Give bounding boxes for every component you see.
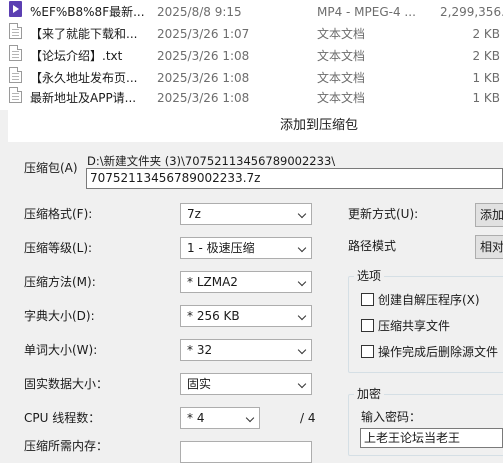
format-value: 7z <box>187 207 201 221</box>
options-group-title: 选项 <box>354 269 385 283</box>
level-value: 1 - 极速压缩 <box>187 241 255 255</box>
checkbox-icon <box>361 319 374 332</box>
file-row[interactable]: 【来了就能下载和... 2025/3/26 1:07 文本文档 2 KB <box>0 23 503 45</box>
archive-name-input[interactable]: 70752113456789002233.7z <box>86 168 503 189</box>
checkbox-icon <box>361 293 374 306</box>
method-select[interactable]: * LZMA2 <box>180 271 312 293</box>
chevron-down-icon <box>297 243 307 253</box>
file-name: 最新地址及APP请... <box>30 91 137 105</box>
chevron-down-icon <box>297 379 307 389</box>
file-name: 【永久地址发布页... <box>30 71 138 85</box>
memory-label: 压缩所需内存： <box>24 439 109 453</box>
archive-directory: D:\新建文件夹 (3)\70752113456789002233\ <box>87 154 336 168</box>
video-file-icon <box>9 1 22 17</box>
word-value: * 32 <box>187 343 213 357</box>
file-date: 2025/8/8 9:15 <box>157 5 242 19</box>
delete-after-checkbox-label: 操作完成后删除源文件 <box>378 345 499 359</box>
file-type: MP4 - MPEG-4 ... <box>317 5 416 19</box>
chevron-down-icon <box>245 413 255 423</box>
file-name: 【论坛介绍】.txt <box>30 49 123 63</box>
delete-after-checkbox[interactable]: 操作完成后删除源文件 <box>361 344 498 360</box>
file-size: 2 KB <box>472 49 500 63</box>
file-date: 2025/3/26 1:07 <box>157 27 250 41</box>
solid-label: 固实数据大小： <box>24 377 109 391</box>
file-name: 【来了就能下载和... <box>30 27 138 41</box>
threads-label: CPU 线程数： <box>24 411 101 425</box>
update-mode-label: 更新方式(U): <box>348 207 419 221</box>
solid-value: 固实 <box>187 377 212 391</box>
password-label: 输入密码： <box>361 410 422 424</box>
word-select[interactable]: * 32 <box>180 339 312 361</box>
add-to-archive-dialog: 添加到压缩包 压缩包(A) D:\新建文件夹 (3)\7075211345678… <box>8 110 503 463</box>
text-file-icon <box>9 67 22 83</box>
threads-value: * 4 <box>187 411 205 425</box>
shared-files-checkbox[interactable]: 压缩共享文件 <box>361 318 450 334</box>
dict-select[interactable]: * 256 KB <box>180 305 312 327</box>
file-row[interactable]: 【永久地址发布页... 2025/3/26 1:08 文本文档 1 KB <box>0 67 503 89</box>
file-size: 1 KB <box>472 71 500 85</box>
method-label: 压缩方法(M): <box>24 275 96 289</box>
file-size: 2,299,356... <box>440 5 503 19</box>
chevron-down-icon <box>297 277 307 287</box>
file-date: 2025/3/26 1:08 <box>157 49 250 63</box>
file-name: %EF%B8%8F最新... <box>30 5 145 19</box>
file-type: 文本文档 <box>317 27 366 41</box>
file-type: 文本文档 <box>317 49 366 63</box>
threads-total: / 4 <box>300 411 316 425</box>
level-select[interactable]: 1 - 极速压缩 <box>180 237 312 259</box>
file-type: 文本文档 <box>317 91 366 105</box>
archive-label: 压缩包(A) <box>24 161 78 175</box>
checkbox-icon <box>361 345 374 358</box>
file-size: 1 KB <box>472 91 500 105</box>
solid-select[interactable]: 固实 <box>180 373 312 395</box>
chevron-down-icon <box>297 209 307 219</box>
file-row[interactable]: 最新地址及APP请... 2025/3/26 1:08 文本文档 1 KB <box>0 87 503 109</box>
file-row[interactable]: 【论坛介绍】.txt 2025/3/26 1:08 文本文档 2 KB <box>0 45 503 67</box>
file-date: 2025/3/26 1:08 <box>157 91 250 105</box>
dict-label: 字典大小(D): <box>24 309 95 323</box>
method-value: * LZMA2 <box>187 275 238 289</box>
sfx-checkbox-label: 创建自解压程序(X) <box>378 293 480 307</box>
dialog-title-bar: 添加到压缩包 <box>8 110 503 142</box>
format-label: 压缩格式(F): <box>24 207 93 221</box>
encryption-group-title: 加密 <box>354 387 385 401</box>
dialog-title: 添加到压缩包 <box>280 118 359 133</box>
path-mode-select[interactable]: 相对 <box>475 235 503 259</box>
file-row[interactable]: %EF%B8%8F最新... 2025/8/8 9:15 MP4 - MPEG-… <box>0 1 503 23</box>
text-file-icon <box>9 45 22 61</box>
password-input[interactable]: 上老王论坛当老王 <box>360 428 503 448</box>
chevron-down-icon <box>297 311 307 321</box>
word-label: 单词大小(W): <box>24 343 98 357</box>
file-list: %EF%B8%8F最新... 2025/8/8 9:15 MP4 - MPEG-… <box>0 0 503 110</box>
update-mode-select[interactable]: 添加 <box>475 203 503 227</box>
format-select[interactable]: 7z <box>180 203 312 225</box>
text-file-icon <box>9 87 22 103</box>
text-file-icon <box>9 23 22 39</box>
chevron-down-icon <box>297 345 307 355</box>
shared-files-checkbox-label: 压缩共享文件 <box>378 319 451 333</box>
file-size: 2 KB <box>472 27 500 41</box>
sfx-checkbox[interactable]: 创建自解压程序(X) <box>361 292 480 308</box>
file-type: 文本文档 <box>317 71 366 85</box>
threads-select[interactable]: * 4 <box>180 407 260 429</box>
memory-field <box>180 441 312 463</box>
dict-value: * 256 KB <box>187 309 240 323</box>
level-label: 压缩等级(L): <box>24 241 93 255</box>
path-mode-label: 路径模式 <box>348 239 397 253</box>
file-date: 2025/3/26 1:08 <box>157 71 250 85</box>
